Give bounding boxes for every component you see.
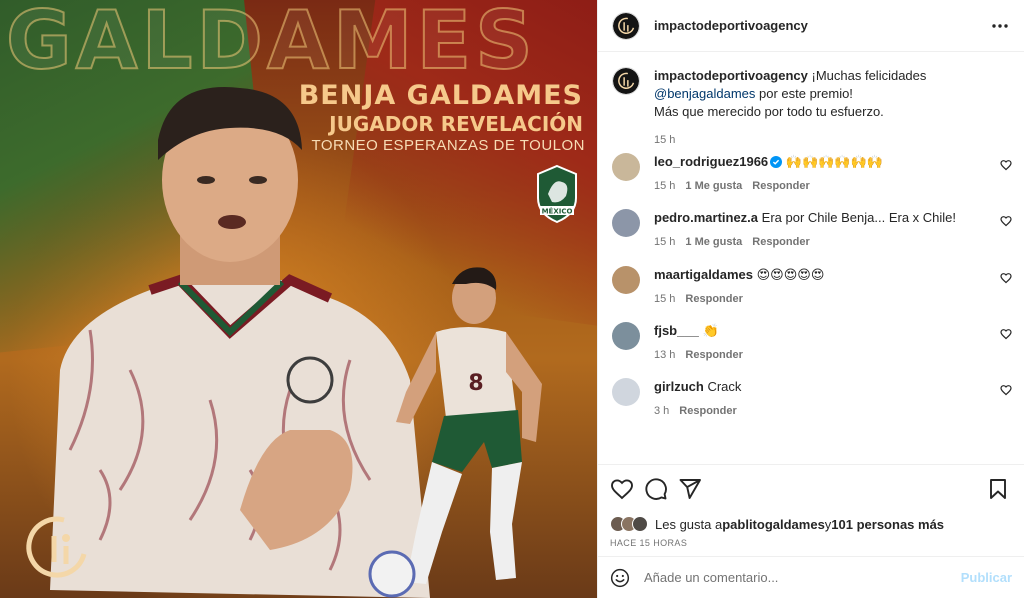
commenter-avatar[interactable] (612, 322, 640, 350)
comment-username[interactable]: leo_rodriguez1966 (654, 154, 768, 169)
agency-logo-icon (26, 516, 87, 578)
comment-input[interactable] (644, 570, 961, 585)
more-options-button[interactable] (988, 14, 1012, 38)
comment-likes-count[interactable]: 1 Me gusta (685, 180, 742, 192)
comment-text: Era por Chile Benja... Era x Chile! (761, 210, 957, 225)
like-comment-heart-icon[interactable] (1000, 384, 1012, 396)
comment-time[interactable]: 15 h (654, 180, 675, 192)
like-comment-heart-icon[interactable] (1000, 215, 1012, 227)
comment-likes-count[interactable]: 1 Me gusta (685, 236, 742, 248)
like-comment-heart-icon[interactable] (1000, 272, 1012, 284)
player-action-figure: 8 (368, 267, 542, 598)
likes-prefix: Les gusta a (655, 516, 723, 532)
jersey-number: 8 (468, 371, 483, 396)
comment-icon[interactable] (644, 477, 668, 501)
liker-username[interactable]: pablitogaldames (722, 517, 825, 532)
post-actions-section: Les gusta a pablitogaldames y 101 person… (598, 464, 1024, 548)
mexico-crest-icon: MÉXICO (537, 164, 577, 224)
post-image[interactable]: GALDAMES BENJA GALDAMES JUGADOR REVELACI… (0, 0, 597, 598)
reply-button[interactable]: Responder (685, 293, 742, 305)
like-comment-heart-icon[interactable] (1000, 159, 1012, 171)
reply-button[interactable]: Responder (752, 236, 809, 248)
caption-text-line2: Más que merecido por todo tu esfuerzo. (654, 104, 884, 119)
crest-label: MÉXICO (542, 207, 573, 216)
action-icons-row (610, 477, 1010, 501)
caption-avatar[interactable] (612, 67, 640, 95)
post-caption: impactodeportivoagency ¡Muchas felicidad… (612, 53, 1012, 149)
comment-time[interactable]: 3 h (654, 405, 669, 417)
heart-icon[interactable] (610, 477, 634, 501)
comment-username[interactable]: pedro.martinez.a (654, 210, 758, 225)
comment-item: pedro.martinez.a Era por Chile Benja... … (612, 209, 1012, 251)
caption-mention-link[interactable]: @benjagaldames (654, 86, 755, 101)
comment-text: 🙌🙌🙌🙌🙌🙌 (785, 154, 883, 169)
post-header: impactodeportivoagency (598, 0, 1024, 52)
bookmark-icon[interactable] (986, 477, 1010, 501)
comment-username[interactable]: girlzuch (654, 379, 704, 394)
reply-button[interactable]: Responder (752, 180, 809, 192)
comment-time[interactable]: 13 h (654, 349, 675, 361)
comment-text: 👏 (702, 323, 719, 338)
comment-time[interactable]: 15 h (654, 293, 675, 305)
like-comment-heart-icon[interactable] (1000, 328, 1012, 340)
likes-others-link[interactable]: 101 personas más (831, 517, 944, 532)
comment-text: 😍😍😍😍😍 (756, 267, 825, 282)
verified-badge-icon (770, 156, 783, 168)
comment-username[interactable]: fjsb___ (654, 323, 699, 338)
liker-avatar[interactable] (632, 516, 648, 532)
likes-summary: Les gusta a pablitogaldames y 101 person… (610, 516, 1010, 532)
agency-avatar-icon (613, 12, 639, 39)
instagram-post-modal: GALDAMES BENJA GALDAMES JUGADOR REVELACI… (0, 0, 1024, 598)
commenter-avatar[interactable] (612, 378, 640, 406)
comment-item: girlzuch Crack 3 h Responder (612, 378, 1012, 420)
comment-time[interactable]: 15 h (654, 236, 675, 248)
comment-item: leo_rodriguez1966 🙌🙌🙌🙌🙌🙌 15 h 1 Me gusta R… (612, 153, 1012, 195)
post-side-panel: impactodeportivoagency impactodeportivoa… (597, 0, 1024, 598)
send-icon[interactable] (678, 477, 702, 501)
publish-button[interactable]: Publicar (961, 570, 1012, 585)
caption-text-start: ¡Muchas felicidades (811, 68, 927, 83)
comment-item: maartigaldames 😍😍😍😍😍 15 h Responder (612, 266, 1012, 308)
liker-avatars (610, 516, 648, 532)
comment-text: Crack (707, 379, 742, 394)
agency-avatar-icon (613, 68, 639, 94)
reply-button[interactable]: Responder (679, 405, 736, 417)
commenter-avatar[interactable] (612, 209, 640, 237)
caption-time[interactable]: 15 h (654, 134, 675, 146)
owner-avatar[interactable] (612, 11, 640, 40)
commenter-avatar[interactable] (612, 153, 640, 181)
caption-username[interactable]: impactodeportivoagency (654, 68, 808, 83)
more-horizontal-icon (992, 23, 1008, 28)
commenter-avatar[interactable] (612, 266, 640, 294)
reply-button[interactable]: Responder (685, 349, 742, 361)
emoji-icon[interactable] (610, 568, 630, 588)
add-comment-bar: Publicar (598, 556, 1024, 598)
caption-text-end: por este premio! (755, 86, 853, 101)
post-timestamp[interactable]: HACE 15 HORAS (610, 538, 1010, 548)
comment-item: fjsb___ 👏 13 h Responder (612, 322, 1012, 364)
owner-username[interactable]: impactodeportivoagency (654, 18, 988, 33)
comment-username[interactable]: maartigaldames (654, 267, 753, 282)
comments-list[interactable]: impactodeportivoagency ¡Muchas felicidad… (598, 53, 1024, 463)
